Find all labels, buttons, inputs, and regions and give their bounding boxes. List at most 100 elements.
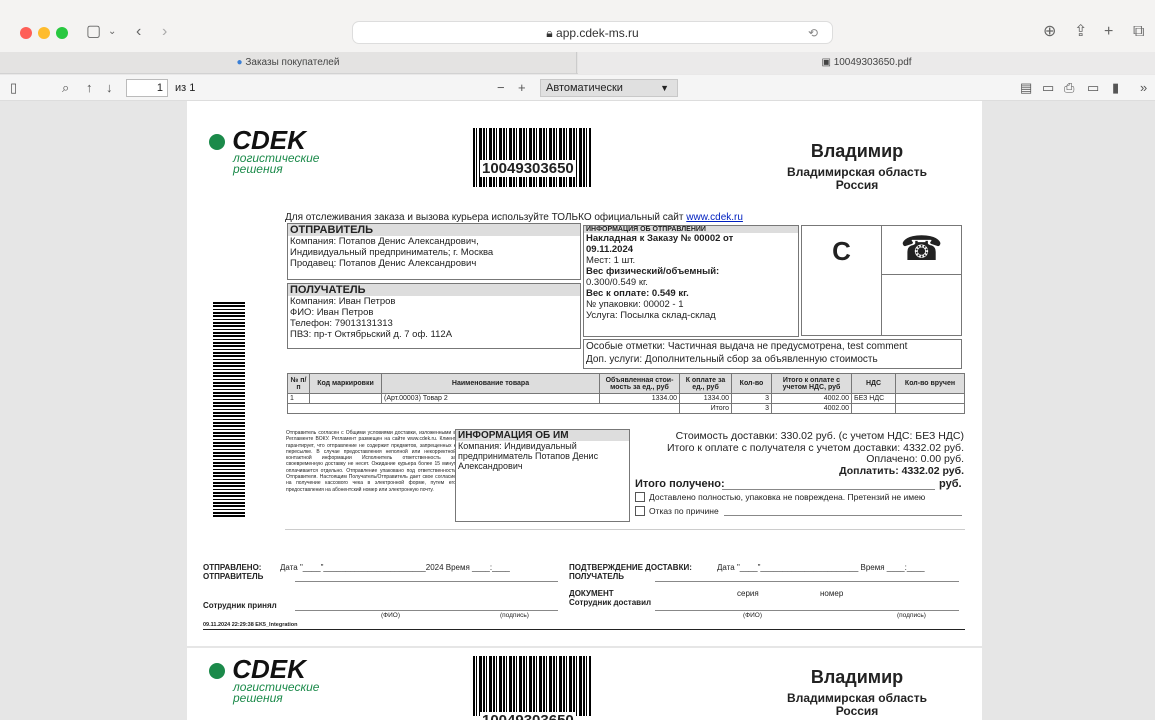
goods-table: № п/п Код маркировки Наименование товара… (287, 373, 965, 414)
pdf-viewer[interactable]: CDEK логистические решения 10049303650 Вл… (0, 101, 1155, 720)
new-tab-icon[interactable]: + (1104, 24, 1113, 40)
sign-line (295, 581, 558, 582)
tab-overview-icon[interactable]: ⧉ (1133, 24, 1144, 40)
page-number-input[interactable]: 1 (126, 79, 168, 97)
chevron-down-icon: ▼ (660, 83, 669, 93)
col-header: Кол-во вручен (895, 373, 965, 394)
payment-summary: Стоимость доставки: 330.02 руб. (с учето… (637, 430, 964, 477)
tracking-link[interactable]: www.cdek.ru (686, 212, 743, 223)
weight-label: Вес физический/объемный: (586, 266, 720, 277)
shipping-info-block: ИНФОРМАЦИЯ ОБ ОТПРАВЛЕНИИ Накладная к За… (583, 225, 799, 337)
barcode-number: 10049303650 (480, 712, 576, 720)
tab-orders[interactable]: ● Заказы покупателей (0, 52, 577, 74)
destination-region: Владимирская область (787, 165, 927, 179)
print-icon[interactable]: ⎙ (1064, 81, 1074, 94)
next-page-button[interactable]: ↓ (106, 81, 113, 94)
cell: (Арт.00003) Товар 2 (381, 393, 600, 404)
fio-caption: (ФИО) (381, 612, 400, 619)
im-company-line2: предприниматель Потапов Денис (458, 451, 599, 461)
cell: БЕЗ НДС (851, 393, 896, 404)
tab-pdf[interactable]: ▣ 10049303650.pdf (578, 52, 1155, 74)
sent-date: Дата "____"_______________________2024 В… (280, 563, 510, 572)
phone-icon: ☎ (881, 225, 962, 275)
confirm-date: Дата "____"______________________ Время … (717, 563, 925, 572)
zoom-out-button[interactable]: − (497, 81, 505, 94)
destination-city: Владимир (810, 141, 904, 161)
im-company: Компания: Индивидуальный (458, 441, 577, 451)
save-icon[interactable]: ▭ (1087, 81, 1099, 94)
agreement-text: Отправитель согласен с Общими условиями … (286, 430, 456, 493)
refusal-checkbox[interactable] (635, 506, 645, 516)
zoom-select[interactable]: Автоматически ▼ (540, 79, 678, 97)
total-qty: 3 (731, 403, 772, 414)
zoom-value: Автоматически (546, 82, 623, 94)
weight-value: 0.300/0.549 кг. (586, 277, 648, 288)
more-tools-icon[interactable]: » (1140, 81, 1147, 94)
sender-company: Компания: Потапов Денис Александрович, (290, 236, 479, 247)
received-label: Итого получено: (635, 478, 725, 490)
code-letter-box: С (801, 225, 882, 336)
recipient-name: ФИО: Иван Петров (290, 307, 374, 318)
share-icon[interactable]: ⇪ (1074, 24, 1087, 40)
invoice-number: Накладная к Заказу № 00002 от (586, 233, 734, 244)
tracking-text: Для отслеживания заказа и вызова курьера… (285, 212, 684, 223)
page-count: из 1 (175, 82, 196, 94)
cell: 1 (287, 393, 310, 404)
presentation-icon[interactable]: ▤ (1020, 81, 1032, 94)
address-bar[interactable]: 🔒︎ app.cdek-ms.ru ⟲ (352, 21, 833, 44)
destination-city: Владимир (810, 667, 904, 687)
sidebar-icon[interactable]: ▢ (86, 24, 101, 40)
amount-due: Доплатить: 4332.02 руб. (839, 464, 964, 477)
barcode-image (473, 128, 591, 187)
destination-region: Владимирская область (787, 691, 927, 705)
fio-caption: (ФИО) (743, 612, 762, 619)
url-text: app.cdek-ms.ru (556, 26, 639, 40)
tab-label: 10049303650.pdf (833, 57, 912, 68)
prev-page-button[interactable]: ↑ (86, 81, 93, 94)
col-header: Объявленная стои-мость за ед., руб (599, 373, 680, 394)
delivery-cost: Стоимость доставки: 330.02 руб. (с учето… (675, 430, 964, 442)
zoom-in-button[interactable]: + (518, 81, 526, 94)
bookmark-icon[interactable]: ▮ (1112, 81, 1119, 94)
back-button[interactable]: ‹ (136, 24, 141, 40)
code-letter: С (832, 236, 851, 266)
places-count: Мест: 1 шт. (586, 255, 636, 266)
employee-accepted: Сотрудник принял (203, 601, 277, 610)
sender-seller: Продавец: Потапов Денис Александрович (290, 258, 477, 269)
zoom-window-button[interactable] (56, 27, 68, 39)
delivered-checkbox[interactable] (635, 492, 645, 502)
sent-label: ОТПРАВЛЕНО: ОТПРАВИТЕЛЬ (203, 563, 263, 581)
cell: 3 (731, 393, 772, 404)
cell: 1334.00 (599, 393, 680, 404)
sent-label-line: ОТПРАВЛЕНО: (203, 563, 262, 572)
pdf-page-next: CDEK логистическиерешения 10049303650 Вл… (187, 648, 982, 720)
sign-line (295, 610, 558, 611)
sidebar-toggle-icon[interactable]: ▯ (10, 81, 17, 94)
minimize-window-button[interactable] (38, 27, 50, 39)
destination-country: Россия (835, 704, 879, 718)
special-notes-text: Особые отметки: Частичная выдача не пред… (586, 341, 908, 352)
close-window-button[interactable] (20, 27, 32, 39)
im-info-title: ИНФОРМАЦИЯ ОБ ИМ (456, 430, 629, 441)
lock-icon: 🔒︎ (546, 26, 553, 40)
col-header: № п/п (287, 373, 310, 394)
employee-delivered: Сотрудник доставил (569, 598, 652, 607)
open-file-icon[interactable]: ▭ (1042, 81, 1054, 94)
sender-title: ОТПРАВИТЕЛЬ (288, 224, 580, 236)
document-label: ДОКУМЕНТ Сотрудник доставил (569, 589, 651, 607)
translate-icon[interactable]: ⟲ (808, 22, 818, 44)
download-icon[interactable]: ⊕ (1043, 24, 1056, 40)
search-icon[interactable]: ⌕ (62, 81, 69, 94)
forward-button[interactable]: › (162, 24, 167, 40)
sent-label-line: ОТПРАВИТЕЛЬ (203, 572, 264, 581)
recipient-block: ПОЛУЧАТЕЛЬ Компания: Иван Петров ФИО: Ива… (287, 283, 581, 349)
sign-caption: (подпись) (897, 612, 926, 619)
refusal-line (724, 515, 962, 516)
chevron-down-icon[interactable]: ⌄ (108, 24, 116, 40)
pay-weight: Вес к оплате: 0.549 кг. (586, 288, 689, 299)
col-header: Кол-во (731, 373, 772, 394)
sign-line (655, 581, 959, 582)
received-unit: руб. (939, 478, 962, 490)
recipient-title: ПОЛУЧАТЕЛЬ (288, 284, 580, 296)
service-type: Услуга: Посылка склад-склад (586, 310, 716, 321)
